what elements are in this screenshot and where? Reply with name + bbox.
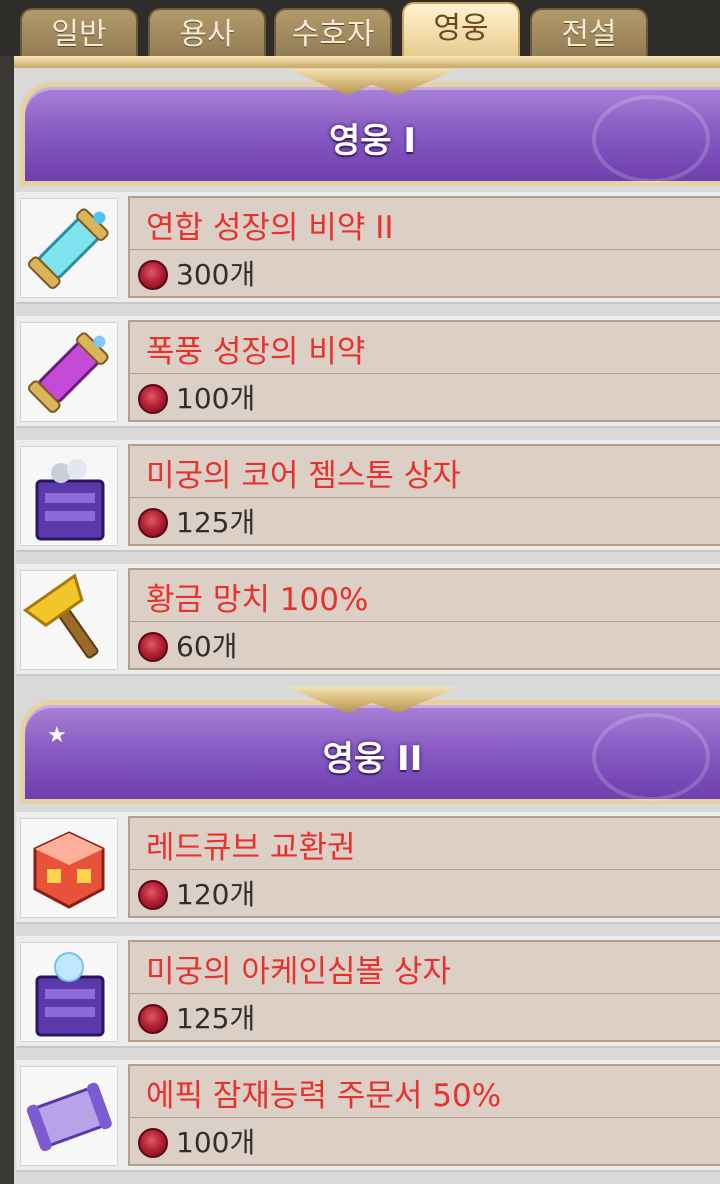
- item-name: 연합 성장의 비약 II: [146, 210, 394, 246]
- epic-scroll-icon: [20, 1066, 118, 1166]
- divider: [130, 869, 720, 870]
- tab-bar: 일반 용사 수호자 영웅 전설: [0, 0, 720, 60]
- item-price: 100개: [176, 1126, 256, 1159]
- crown-ornament-icon: [287, 69, 458, 95]
- divider: [130, 373, 720, 374]
- currency-coin-icon: [138, 384, 168, 414]
- item-name: 에픽 잠재능력 주문서 50%: [146, 1078, 502, 1114]
- item-name: 황금 망치 100%: [146, 582, 369, 618]
- list-item[interactable]: 레드큐브 교환권 120개: [16, 812, 720, 924]
- item-name: 미궁의 코어 젬스톤 상자: [146, 458, 461, 494]
- currency-coin-icon: [138, 880, 168, 910]
- item-card[interactable]: 황금 망치 100% 60개: [128, 568, 720, 670]
- item-price: 60개: [176, 630, 238, 663]
- currency-coin-icon: [138, 1128, 168, 1158]
- item-card[interactable]: 폭풍 성장의 비약 100개: [128, 320, 720, 422]
- tab-hero[interactable]: 영웅: [402, 2, 520, 60]
- item-price: 120개: [176, 878, 256, 911]
- divider: [130, 621, 720, 622]
- item-card[interactable]: 미궁의 코어 젬스톤 상자 125개: [128, 444, 720, 546]
- tab-legend[interactable]: 전설: [530, 8, 648, 60]
- arcane-symbol-box-icon: [20, 942, 118, 1042]
- item-card[interactable]: 에픽 잠재능력 주문서 50% 100개: [128, 1064, 720, 1166]
- list-item[interactable]: 연합 성장의 비약 II 300개: [16, 192, 720, 304]
- currency-coin-icon: [138, 632, 168, 662]
- gemstone-box-icon: [20, 446, 118, 546]
- item-price: 100개: [176, 382, 256, 415]
- list-item[interactable]: 에픽 잠재능력 주문서 50% 100개: [16, 1060, 720, 1172]
- tab-warrior[interactable]: 용사: [148, 8, 266, 60]
- item-name: 폭풍 성장의 비약: [146, 334, 366, 370]
- currency-coin-icon: [138, 260, 168, 290]
- red-cube-icon: [20, 818, 118, 918]
- item-price: 125개: [176, 506, 256, 539]
- divider: [130, 1117, 720, 1118]
- item-card[interactable]: 미궁의 아케인심볼 상자 125개: [128, 940, 720, 1042]
- list-item[interactable]: 미궁의 코어 젬스톤 상자 125개: [16, 440, 720, 552]
- list-item[interactable]: 황금 망치 100% 60개: [16, 564, 720, 676]
- divider: [130, 497, 720, 498]
- currency-coin-icon: [138, 508, 168, 538]
- blue-potion-scroll-icon: [20, 198, 118, 298]
- currency-coin-icon: [138, 1004, 168, 1034]
- divider: [130, 993, 720, 994]
- golden-hammer-icon: [20, 570, 118, 670]
- section-title: 영웅 I: [328, 121, 417, 161]
- divider: [130, 249, 720, 250]
- item-price: 125개: [176, 1002, 256, 1035]
- tab-guardian[interactable]: 수호자: [274, 8, 392, 60]
- item-card[interactable]: 레드큐브 교환권 120개: [128, 816, 720, 918]
- tab-general[interactable]: 일반: [20, 8, 138, 60]
- item-name: 미궁의 아케인심볼 상자: [146, 954, 451, 990]
- list-item[interactable]: 폭풍 성장의 비약 100개: [16, 316, 720, 428]
- purple-potion-scroll-icon: [20, 322, 118, 422]
- section-header-hero-2: ★ 영웅 II: [20, 687, 720, 804]
- list-item[interactable]: 미궁의 아케인심볼 상자 125개: [16, 936, 720, 1048]
- item-name: 레드큐브 교환권: [146, 830, 356, 866]
- section-title: 영웅 II: [322, 739, 423, 779]
- section-header-hero-1: 영웅 I: [20, 69, 720, 186]
- item-price: 300개: [176, 258, 256, 291]
- panel-top-border: [14, 56, 720, 68]
- item-card[interactable]: 연합 성장의 비약 II 300개: [128, 196, 720, 298]
- crown-ornament-icon: [287, 687, 458, 713]
